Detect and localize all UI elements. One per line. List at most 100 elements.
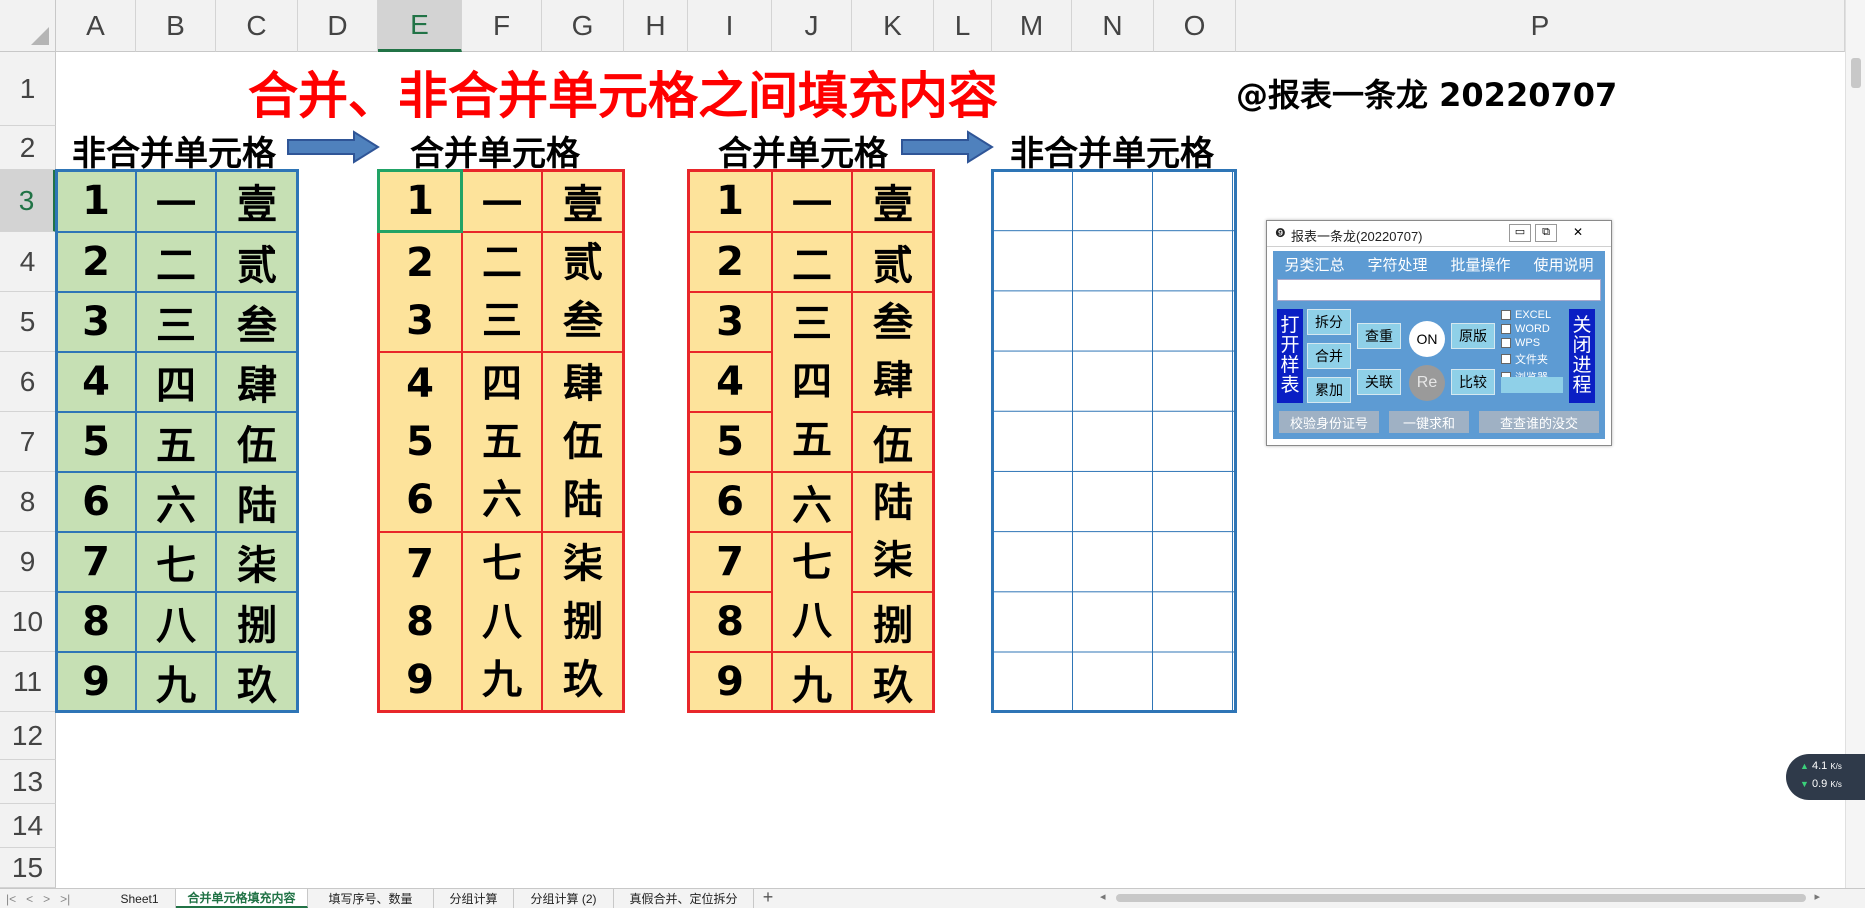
column-header-H[interactable]: H (624, 0, 688, 52)
column-header-K[interactable]: K (852, 0, 934, 52)
table2-merged-F6-F8[interactable]: 四 五 六 (462, 352, 542, 532)
link-button[interactable]: 关联 (1357, 369, 1401, 395)
table2-merged-E4-E5[interactable]: 2 3 (378, 232, 462, 352)
sheet-tab-6[interactable]: 真假合并、定位拆分 (614, 889, 754, 908)
row-header-14[interactable]: 14 (0, 804, 56, 848)
table3-cell-I11[interactable]: 9 (688, 652, 772, 712)
dialog-input[interactable] (1277, 279, 1601, 301)
close-icon[interactable]: ✕ (1565, 224, 1591, 240)
column-header-A[interactable]: A (56, 0, 136, 52)
restore-icon[interactable]: ⧉ (1535, 224, 1557, 242)
table3-cell-I7[interactable]: 5 (688, 412, 772, 472)
table1-cell-C4[interactable]: 贰 (216, 232, 298, 292)
table1-cell-B9[interactable]: 七 (136, 532, 216, 592)
table3-merged-K5-K6[interactable]: 叁 肆 (852, 292, 934, 412)
column-header-C[interactable]: C (216, 0, 298, 52)
table1-cell-C5[interactable]: 叁 (216, 292, 298, 352)
column-header-I[interactable]: I (688, 0, 772, 52)
table3-cell-J4[interactable]: 二 (772, 232, 852, 292)
table3-cell-I10[interactable]: 8 (688, 592, 772, 652)
table1-cell-B10[interactable]: 八 (136, 592, 216, 652)
table3-cell-K10[interactable]: 捌 (852, 592, 934, 652)
column-header-J[interactable]: J (772, 0, 852, 52)
split-button[interactable]: 拆分 (1307, 309, 1351, 335)
scroll-right-icon[interactable]: ▸ (1814, 890, 1820, 903)
table1-cell-C10[interactable]: 捌 (216, 592, 298, 652)
table2-merged-G6-G8[interactable]: 肆 伍 陆 (542, 352, 624, 532)
row-header-2[interactable]: 2 (0, 126, 56, 170)
prev-sheet-icon[interactable]: < (26, 892, 33, 906)
table1-cell-C11[interactable]: 玖 (216, 652, 298, 712)
next-sheet-icon[interactable]: > (43, 892, 50, 906)
row-header-15[interactable]: 15 (0, 848, 56, 888)
row-header-7[interactable]: 7 (0, 412, 56, 472)
table1-cell-C8[interactable]: 陆 (216, 472, 298, 532)
table3-cell-I3[interactable]: 1 (688, 170, 772, 232)
table1-cell-B5[interactable]: 三 (136, 292, 216, 352)
table1-cell-B8[interactable]: 六 (136, 472, 216, 532)
table3-cell-I8[interactable]: 6 (688, 472, 772, 532)
row-header-1[interactable]: 1 (0, 52, 56, 126)
menu-help[interactable]: 使用说明 (1533, 254, 1593, 275)
table1-cell-C6[interactable]: 肆 (216, 352, 298, 412)
table3-cell-I5[interactable]: 3 (688, 292, 772, 352)
table2-cell-G3[interactable]: 壹 (542, 170, 624, 232)
column-header-E[interactable]: E (378, 0, 462, 52)
last-sheet-icon[interactable]: >| (60, 892, 70, 906)
merge-button[interactable]: 合并 (1307, 343, 1351, 369)
column-header-D[interactable]: D (298, 0, 378, 52)
select-all-corner[interactable] (0, 0, 56, 52)
net-speed-widget[interactable]: ▲ 4.1 K/s ▼ 0.9 K/s (1786, 754, 1865, 800)
row-header-10[interactable]: 10 (0, 592, 56, 652)
original-button[interactable]: 原版 (1451, 323, 1495, 349)
table2-merged-G4-G5[interactable]: 贰 叁 (542, 232, 624, 352)
table3-cell-K3[interactable]: 壹 (852, 170, 934, 232)
table3-cell-J3[interactable]: 一 (772, 170, 852, 232)
column-header-N[interactable]: N (1072, 0, 1154, 52)
verify-id-button[interactable]: 校验身份证号 (1279, 411, 1379, 433)
column-header-B[interactable]: B (136, 0, 216, 52)
menu-alt-summary[interactable]: 另类汇总 (1284, 254, 1344, 275)
on-toggle[interactable]: ON (1409, 321, 1445, 357)
row-header-4[interactable]: 4 (0, 232, 56, 292)
table1-cell-A8[interactable]: 6 (56, 472, 136, 532)
table1-cell-A3[interactable]: 1 (56, 170, 136, 232)
row-header-9[interactable]: 9 (0, 532, 56, 592)
row-header-6[interactable]: 6 (0, 352, 56, 412)
menu-string-processing[interactable]: 字符处理 (1367, 254, 1427, 275)
column-header-P[interactable]: P (1236, 0, 1845, 52)
check-excel[interactable]: EXCEL (1501, 309, 1561, 321)
first-sheet-icon[interactable]: |< (6, 892, 16, 906)
sheet-tab-4[interactable]: 分组计算 (434, 889, 514, 908)
row-header-8[interactable]: 8 (0, 472, 56, 532)
column-header-M[interactable]: M (992, 0, 1072, 52)
table3-cell-I9[interactable]: 7 (688, 532, 772, 592)
table1-cell-B4[interactable]: 二 (136, 232, 216, 292)
table2-merged-E6-E8[interactable]: 4 5 6 (378, 352, 462, 532)
table2-cell-E3[interactable]: 1 (378, 170, 462, 232)
table1-cell-A4[interactable]: 2 (56, 232, 136, 292)
menu-batch-ops[interactable]: 批量操作 (1450, 254, 1510, 275)
sheet-tab-active[interactable]: 合并单元格填充内容 (176, 889, 308, 908)
hscroll-thumb[interactable] (1116, 894, 1806, 902)
minimize-icon[interactable]: ▭ (1509, 224, 1531, 242)
table2-merged-G9-G11[interactable]: 柒 捌 玖 (542, 532, 624, 712)
table1-cell-A9[interactable]: 7 (56, 532, 136, 592)
table3-cell-K11[interactable]: 玖 (852, 652, 934, 712)
scroll-left-icon[interactable]: ◂ (1100, 890, 1106, 903)
table2-cell-F3[interactable]: 一 (462, 170, 542, 232)
auto-sum-button[interactable]: 一键求和 (1389, 411, 1469, 433)
table3-cell-I4[interactable]: 2 (688, 232, 772, 292)
horizontal-scrollbar[interactable]: ◂ ▸ (1100, 890, 1820, 904)
row-header-11[interactable]: 11 (0, 652, 56, 712)
refresh-toggle[interactable]: Re (1409, 365, 1445, 401)
table3-cell-J8[interactable]: 六 (772, 472, 852, 532)
check-wps[interactable]: WPS (1501, 337, 1561, 349)
compare-button[interactable]: 比较 (1451, 369, 1495, 395)
check-word[interactable]: WORD (1501, 323, 1561, 335)
check-folder[interactable]: 文件夹 (1501, 351, 1561, 367)
table2-merged-F9-F11[interactable]: 七 八 九 (462, 532, 542, 712)
check-missing-button[interactable]: 查查谁的没交 (1479, 411, 1599, 433)
open-sample-button[interactable]: 打 开 样 表 (1277, 309, 1303, 403)
row-header-3[interactable]: 3 (0, 170, 56, 232)
